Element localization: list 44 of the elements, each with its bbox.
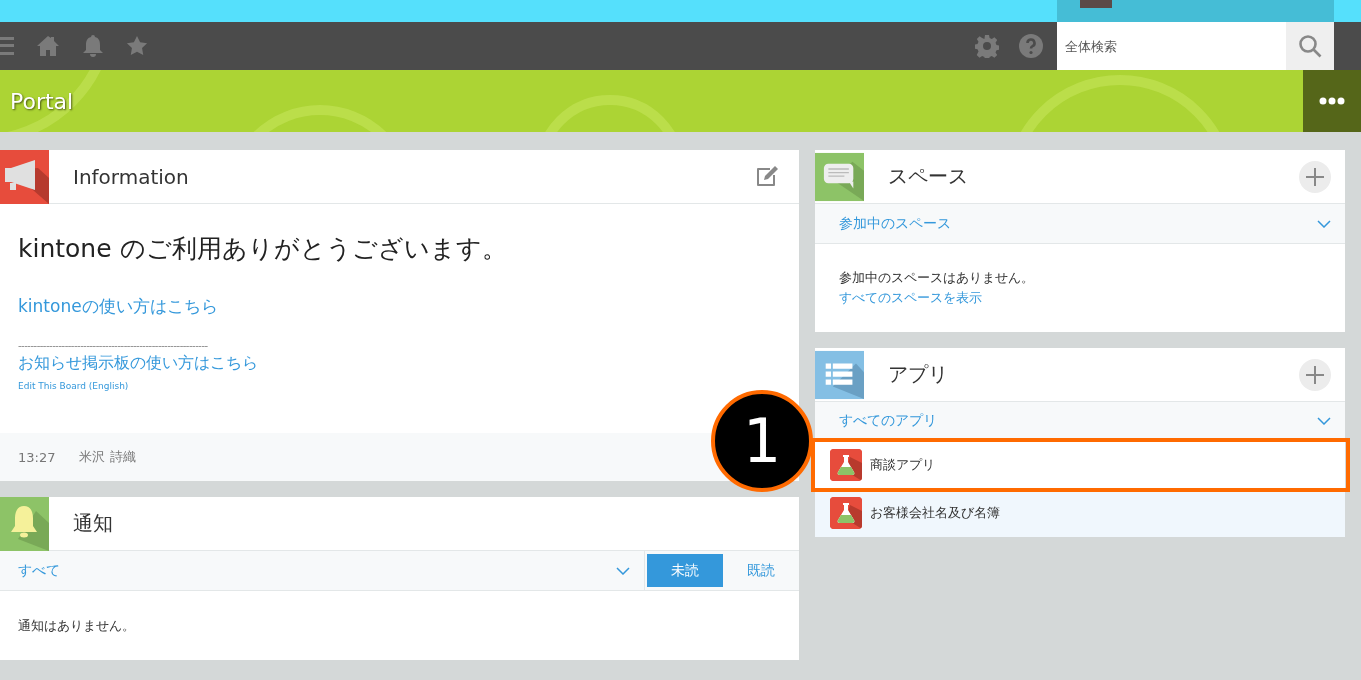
menu-icon[interactable] xyxy=(0,35,14,57)
filter-dropdown[interactable]: すべて xyxy=(18,561,616,580)
show-all-spaces-link[interactable]: すべてのスペースを表示 xyxy=(839,290,982,305)
card-title: 通知 xyxy=(73,510,114,537)
empty-message: 通知はありません。 xyxy=(17,616,136,635)
flask-icon xyxy=(830,449,862,481)
more-button[interactable] xyxy=(1303,70,1361,132)
post-author: 米沢 詩織 xyxy=(79,448,136,466)
card-title: スペース xyxy=(888,163,969,190)
plus-icon xyxy=(1306,167,1324,186)
chevron-down-icon[interactable] xyxy=(616,566,630,575)
plus-icon xyxy=(1306,365,1324,384)
board-help-link[interactable]: お知らせ掲示板の使い方はこちら xyxy=(18,353,258,374)
step-number-badge: 1 xyxy=(711,390,813,492)
help-link[interactable]: kintoneの使い方はこちら xyxy=(18,295,218,318)
star-icon[interactable] xyxy=(126,35,148,57)
card-title: アプリ xyxy=(888,361,949,388)
search-icon xyxy=(1298,34,1322,58)
chevron-down-icon[interactable] xyxy=(1317,219,1331,228)
app-name: 商談アプリ xyxy=(870,456,935,474)
app-name: お客様会社名及び名簿 xyxy=(870,504,1000,522)
more-icon xyxy=(1319,97,1345,105)
home-icon[interactable] xyxy=(36,34,60,58)
bell-icon xyxy=(0,496,49,551)
separator-text: ------------------------------------------------------------- xyxy=(18,340,209,351)
english-link[interactable]: Edit This Board (English) xyxy=(18,381,129,391)
help-icon[interactable] xyxy=(1019,34,1043,58)
chevron-down-icon[interactable] xyxy=(1317,417,1331,425)
page-title: Portal xyxy=(10,88,75,114)
settings-icon[interactable] xyxy=(975,34,999,58)
filter-tab[interactable]: 既読 xyxy=(723,554,799,587)
app-list-item[interactable]: お客様会社名及び名簿 xyxy=(815,489,1345,537)
empty-message: 参加中のスペースはありません。 xyxy=(839,269,1035,287)
add-button[interactable] xyxy=(1299,358,1331,391)
headline: kintone のご利用ありがとうございます。 xyxy=(18,233,508,265)
flask-icon xyxy=(830,497,862,529)
search-button[interactable] xyxy=(1286,22,1334,70)
card-title: Information xyxy=(73,164,190,189)
avatar-photo-placeholder xyxy=(1080,0,1112,8)
bell-icon[interactable] xyxy=(82,34,104,58)
post-time: 13:27 xyxy=(18,449,56,465)
add-button[interactable] xyxy=(1299,160,1331,193)
edit-icon[interactable] xyxy=(755,165,779,188)
filter-tab[interactable]: 未読 xyxy=(647,554,723,587)
